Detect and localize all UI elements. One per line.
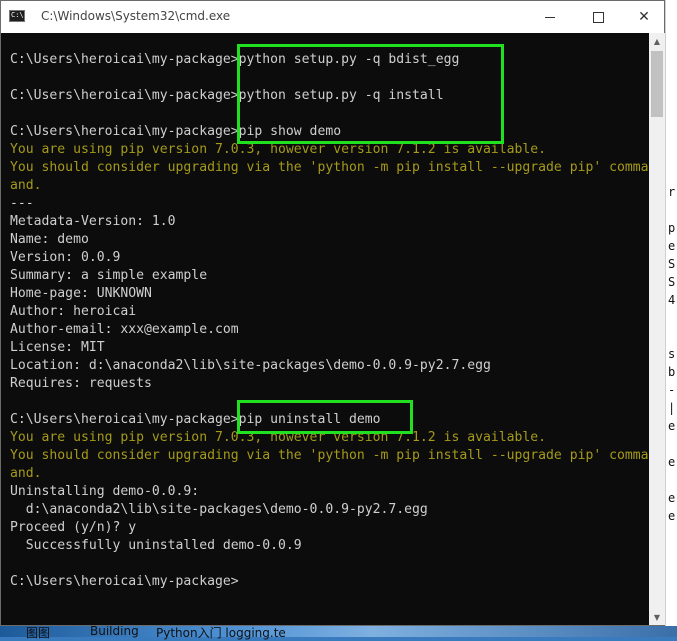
bg-text-fragment: e <box>668 239 676 253</box>
maximize-icon <box>592 11 604 23</box>
bg-text-fragment: e <box>668 491 676 505</box>
console-line: Summary: a simple example <box>10 268 208 283</box>
console-line: Successfully uninstalled demo-0.0.9 <box>10 538 302 553</box>
cmd-app-icon[interactable]: C:\ <box>9 10 25 22</box>
console-line: C:\Users\heroicai\my-package>python setu… <box>10 88 444 103</box>
console-line: and. <box>10 178 42 193</box>
bg-text-fragment: s <box>668 347 676 361</box>
taskbar-item[interactable]: 图图 <box>26 624 50 641</box>
console-line: Version: 0.0.9 <box>10 250 121 265</box>
bg-text-fragment: S <box>668 275 676 289</box>
bg-text-fragment: p <box>668 221 676 235</box>
console-line: Location: d:\anaconda2\lib\site-packages… <box>10 358 491 373</box>
console-line: You should consider upgrading via the 'p… <box>10 448 649 463</box>
close-icon: ✕ <box>638 9 650 25</box>
console-line: You should consider upgrading via the 'p… <box>10 160 649 175</box>
bg-text-fragment: b <box>668 365 676 379</box>
taskbar: 图图 Building Python入门 logging.te <box>0 624 677 640</box>
console-line: License: MIT <box>10 340 105 355</box>
bg-text-fragment: e <box>668 455 676 469</box>
cmd-window: C:\ C:\Windows\System32\cmd.exe ✕ C:\Use… <box>0 0 665 626</box>
bg-text-fragment: - <box>668 383 676 397</box>
bg-text-fragment: e <box>668 509 676 523</box>
scroll-up-icon[interactable]: ▲ <box>649 33 665 49</box>
scrollbar-thumb[interactable] <box>651 51 663 117</box>
window-title: C:\Windows\System32\cmd.exe <box>41 9 231 23</box>
console-line: C:\Users\heroicai\my-package> <box>10 574 239 589</box>
console-line: You are using pip version 7.0.3, however… <box>10 142 547 157</box>
console-line: Uninstalling demo-0.0.9: <box>10 484 200 499</box>
console-line: and. <box>10 466 42 481</box>
console-line: --- <box>10 196 34 211</box>
vertical-scrollbar[interactable]: ▲ ▼ <box>649 33 665 625</box>
console-line: Author-email: xxx@example.com <box>10 322 239 337</box>
minimize-button[interactable] <box>527 1 573 33</box>
console-line: d:\anaconda2\lib\site-packages\demo-0.0.… <box>10 502 428 517</box>
console-text: C:\Users\heroicai\my-package>python setu… <box>1 33 649 591</box>
console-line: C:\Users\heroicai\my-package>pip uninsta… <box>10 412 381 427</box>
bg-text-fragment: S <box>668 257 676 271</box>
minimize-icon <box>545 16 555 18</box>
console-line: Home-page: UNKNOWN <box>10 286 152 301</box>
close-button[interactable]: ✕ <box>621 1 667 33</box>
console-line: Name: demo <box>10 232 89 247</box>
console-line: You are using pip version 7.0.3, however… <box>10 430 547 445</box>
bg-text-fragment: r <box>668 185 676 199</box>
console-line: Author: heroicai <box>10 304 137 319</box>
title-bar[interactable]: C:\ C:\Windows\System32\cmd.exe ✕ <box>1 1 664 33</box>
scroll-down-icon[interactable]: ▼ <box>649 609 665 625</box>
console-line: Proceed (y/n)? y <box>10 520 137 535</box>
console-line: Requires: requests <box>10 376 152 391</box>
background-window: r p e S S 4 s b - | e e e e <box>665 0 677 637</box>
bg-text-fragment: | <box>668 401 676 415</box>
console-output[interactable]: C:\Users\heroicai\my-package>python setu… <box>1 33 649 625</box>
console-line: C:\Users\heroicai\my-package>python setu… <box>10 52 460 67</box>
console-line: C:\Users\heroicai\my-package>pip show de… <box>10 124 342 139</box>
taskbar-item[interactable]: Python入门 logging.te <box>156 624 286 641</box>
bg-text-fragment: 4 <box>668 293 676 307</box>
bg-text-fragment: e <box>668 419 676 433</box>
console-line: Metadata-Version: 1.0 <box>10 214 176 229</box>
taskbar-item[interactable]: Building <box>90 624 139 638</box>
maximize-button[interactable] <box>575 1 621 33</box>
